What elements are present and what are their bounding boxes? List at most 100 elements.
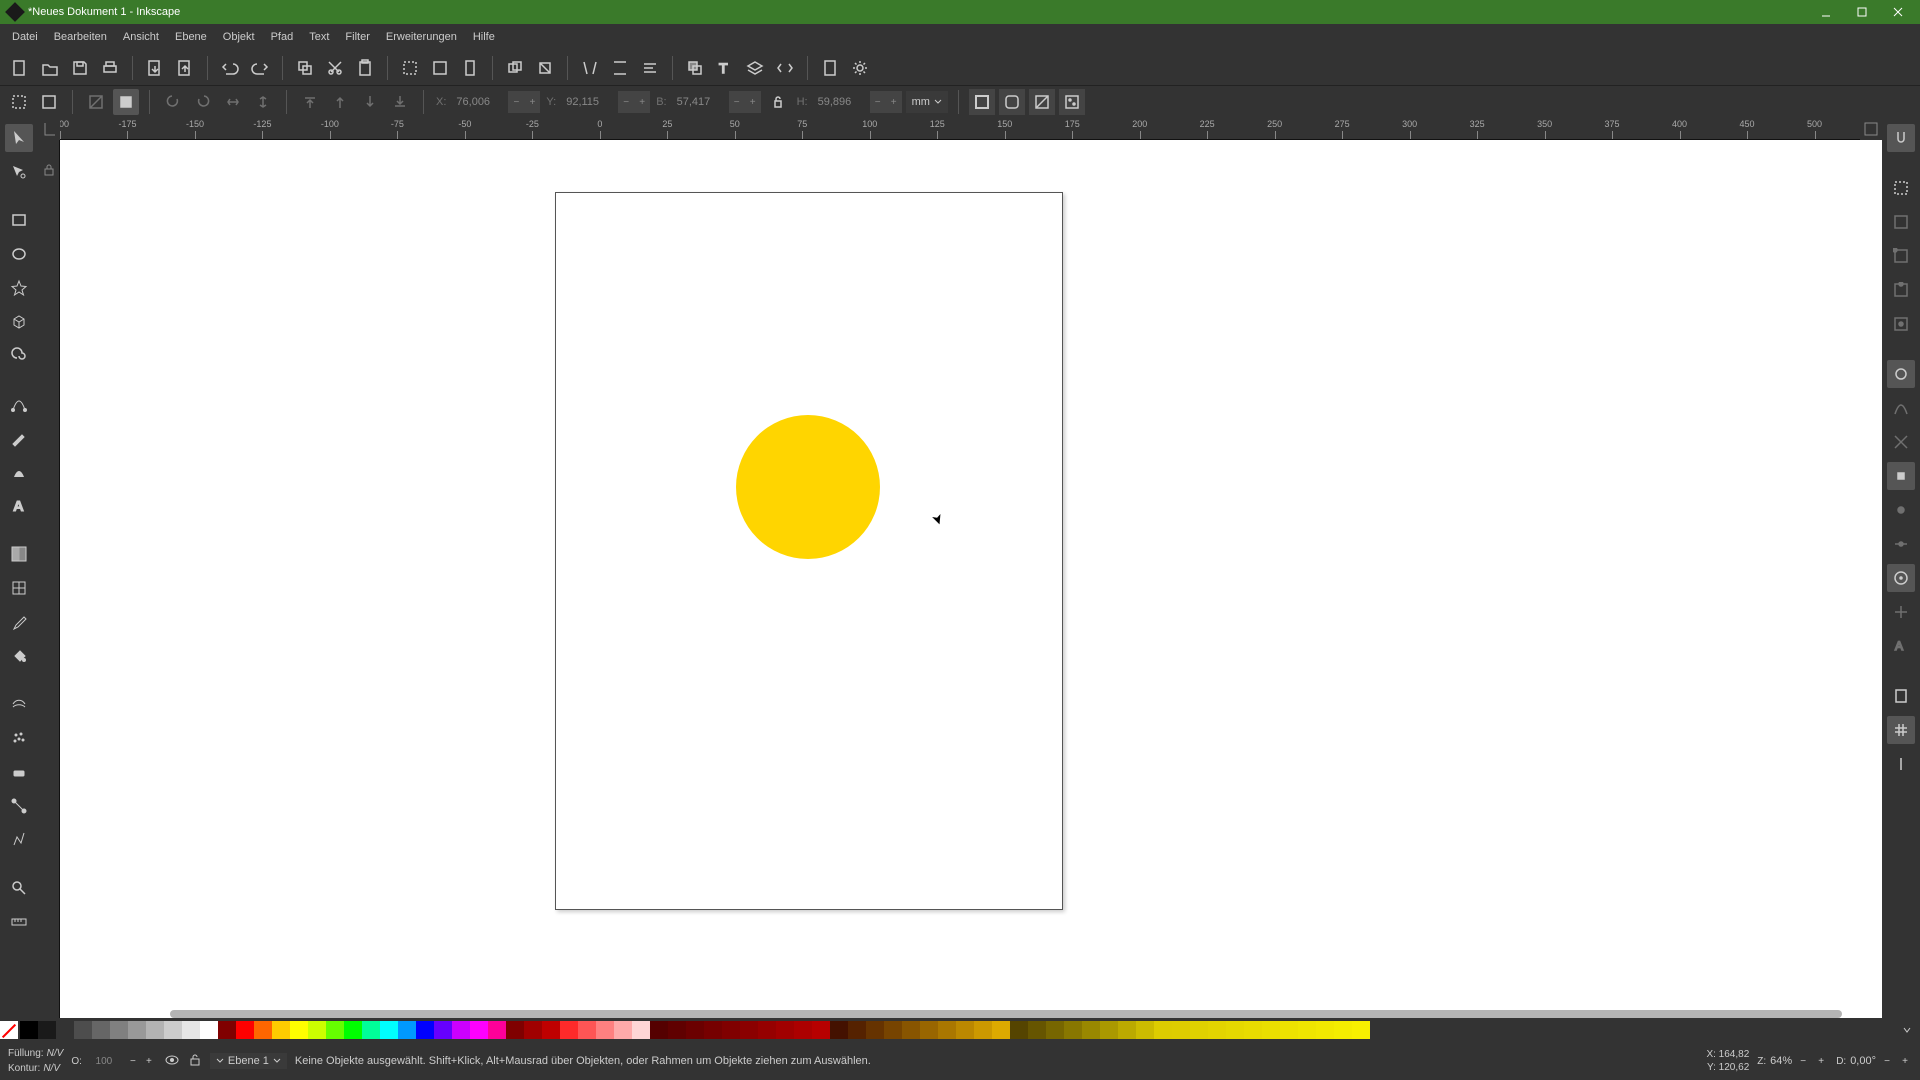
y-plus-button[interactable]: + bbox=[634, 91, 650, 113]
color-swatch[interactable] bbox=[938, 1021, 956, 1039]
snap-text-baseline-button[interactable]: A bbox=[1887, 632, 1915, 660]
opacity-plus-button[interactable]: + bbox=[142, 1054, 156, 1068]
color-swatch[interactable] bbox=[1064, 1021, 1082, 1039]
export-button[interactable] bbox=[171, 54, 199, 82]
pencil-tool[interactable] bbox=[5, 424, 33, 452]
minimize-button[interactable] bbox=[1808, 0, 1844, 24]
color-swatch[interactable] bbox=[1208, 1021, 1226, 1039]
color-swatch[interactable] bbox=[362, 1021, 380, 1039]
measure-tool[interactable] bbox=[5, 908, 33, 936]
connector-tool[interactable] bbox=[5, 792, 33, 820]
color-swatch[interactable] bbox=[1316, 1021, 1334, 1039]
gradient-tool[interactable] bbox=[5, 540, 33, 568]
color-swatch[interactable] bbox=[704, 1021, 722, 1039]
affect-stroke-button[interactable] bbox=[969, 89, 995, 115]
color-swatch[interactable] bbox=[542, 1021, 560, 1039]
star-tool[interactable] bbox=[5, 274, 33, 302]
unit-select[interactable]: mm bbox=[906, 91, 948, 113]
color-swatch[interactable] bbox=[308, 1021, 326, 1039]
cut-button[interactable] bbox=[321, 54, 349, 82]
lower-button[interactable] bbox=[357, 89, 383, 115]
color-swatch[interactable] bbox=[740, 1021, 758, 1039]
stroke-value[interactable]: N/V bbox=[43, 1063, 60, 1074]
color-swatch[interactable] bbox=[794, 1021, 812, 1039]
snap-path-button[interactable] bbox=[1887, 394, 1915, 422]
color-swatch[interactable] bbox=[200, 1021, 218, 1039]
color-swatch[interactable] bbox=[1136, 1021, 1154, 1039]
color-swatch[interactable] bbox=[1028, 1021, 1046, 1039]
snap-grid-button[interactable] bbox=[1887, 716, 1915, 744]
color-swatch[interactable] bbox=[578, 1021, 596, 1039]
color-swatch[interactable] bbox=[1172, 1021, 1190, 1039]
color-swatch[interactable] bbox=[722, 1021, 740, 1039]
snap-smooth-node-button[interactable] bbox=[1887, 496, 1915, 524]
color-swatch[interactable] bbox=[470, 1021, 488, 1039]
w-plus-button[interactable]: + bbox=[745, 91, 761, 113]
color-swatch[interactable] bbox=[1334, 1021, 1352, 1039]
lower-bottom-button[interactable] bbox=[387, 89, 413, 115]
menu-ansicht[interactable]: Ansicht bbox=[115, 27, 167, 47]
text-dialog-button[interactable]: T bbox=[711, 54, 739, 82]
color-swatch[interactable] bbox=[1190, 1021, 1208, 1039]
color-swatch[interactable] bbox=[830, 1021, 848, 1039]
color-swatch[interactable] bbox=[236, 1021, 254, 1039]
menu-text[interactable]: Text bbox=[301, 27, 337, 47]
eraser-tool[interactable] bbox=[5, 758, 33, 786]
color-swatch[interactable] bbox=[182, 1021, 200, 1039]
color-swatch[interactable] bbox=[1100, 1021, 1118, 1039]
color-swatch[interactable] bbox=[758, 1021, 776, 1039]
xml-button[interactable] bbox=[771, 54, 799, 82]
deselect-button[interactable] bbox=[83, 89, 109, 115]
clone-button[interactable] bbox=[531, 54, 559, 82]
snap-bbox-corner-button[interactable] bbox=[1887, 242, 1915, 270]
node-tool[interactable] bbox=[5, 158, 33, 186]
color-swatch[interactable] bbox=[1298, 1021, 1316, 1039]
lock-aspect-button[interactable] bbox=[765, 89, 791, 115]
rotation-plus-button[interactable]: + bbox=[1898, 1054, 1912, 1068]
snap-bbox-button[interactable] bbox=[1887, 174, 1915, 202]
select-in-all-layers-button[interactable] bbox=[36, 89, 62, 115]
lpe-tool[interactable] bbox=[5, 826, 33, 854]
x-plus-button[interactable]: + bbox=[524, 91, 540, 113]
flip-h-button[interactable] bbox=[220, 89, 246, 115]
raise-top-button[interactable] bbox=[297, 89, 323, 115]
text-tool[interactable]: A bbox=[5, 492, 33, 520]
spiral-tool[interactable] bbox=[5, 342, 33, 370]
color-swatch[interactable] bbox=[1082, 1021, 1100, 1039]
preferences-button[interactable] bbox=[846, 54, 874, 82]
w-input[interactable] bbox=[673, 91, 729, 113]
color-swatch[interactable] bbox=[344, 1021, 362, 1039]
paste-button[interactable] bbox=[351, 54, 379, 82]
group-button[interactable] bbox=[576, 54, 604, 82]
color-swatch[interactable] bbox=[560, 1021, 578, 1039]
undo-button[interactable] bbox=[216, 54, 244, 82]
dropper-tool[interactable] bbox=[5, 608, 33, 636]
bezier-tool[interactable] bbox=[5, 390, 33, 418]
color-swatch[interactable] bbox=[164, 1021, 182, 1039]
color-swatch[interactable] bbox=[632, 1021, 650, 1039]
color-swatch[interactable] bbox=[596, 1021, 614, 1039]
snap-nodes-button[interactable] bbox=[1887, 360, 1915, 388]
zoom-minus-button[interactable]: − bbox=[1796, 1054, 1810, 1068]
snap-guide-button[interactable] bbox=[1887, 750, 1915, 778]
color-swatch[interactable] bbox=[1262, 1021, 1280, 1039]
color-swatch[interactable] bbox=[452, 1021, 470, 1039]
affect-corners-button[interactable] bbox=[999, 89, 1025, 115]
snap-line-midpoint-button[interactable] bbox=[1887, 530, 1915, 558]
snap-page-border-button[interactable] bbox=[1887, 682, 1915, 710]
zoom-value[interactable]: 64% bbox=[1770, 1055, 1792, 1067]
tweak-tool[interactable] bbox=[5, 690, 33, 718]
palette-menu-icon[interactable] bbox=[1902, 1021, 1912, 1039]
color-swatch[interactable] bbox=[992, 1021, 1010, 1039]
fill-value[interactable]: N/V bbox=[47, 1048, 64, 1059]
redo-button[interactable] bbox=[246, 54, 274, 82]
layers-button[interactable] bbox=[741, 54, 769, 82]
rotate-ccw-button[interactable] bbox=[160, 89, 186, 115]
new-doc-button[interactable] bbox=[6, 54, 34, 82]
color-swatch[interactable] bbox=[866, 1021, 884, 1039]
menu-bearbeiten[interactable]: Bearbeiten bbox=[46, 27, 115, 47]
rotation-minus-button[interactable]: − bbox=[1880, 1054, 1894, 1068]
color-swatch[interactable] bbox=[110, 1021, 128, 1039]
zoom-selection-button[interactable] bbox=[396, 54, 424, 82]
color-swatch[interactable] bbox=[38, 1021, 56, 1039]
